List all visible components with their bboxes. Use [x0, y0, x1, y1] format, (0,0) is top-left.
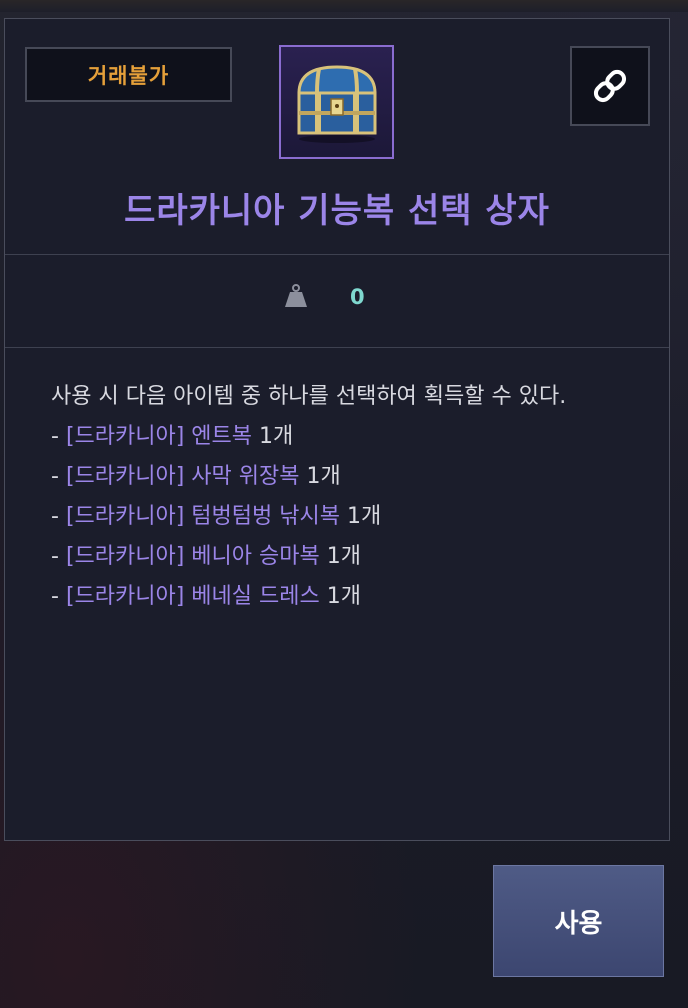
- link-icon: [593, 69, 627, 103]
- link-button[interactable]: [570, 46, 650, 126]
- weight-icon: [285, 284, 307, 307]
- item-title: 드라카니아 기능복 선택 상자: [124, 191, 550, 231]
- use-button[interactable]: 사용: [493, 865, 664, 977]
- weight-row: 0: [5, 255, 669, 348]
- list-item: - [드라카니아] 텀벙텀벙 낚시복 1개: [51, 504, 382, 529]
- item-description: 사용 시 다음 아이템 중 하나를 선택하여 획득할 수 있다. - [드라카니…: [51, 377, 641, 617]
- item-tooltip-panel: 거래불가 드라카니아 기능복 선택 상자 0 사용 시 다음 아이템 중 하나를…: [4, 18, 670, 841]
- item-header: 거래불가 드라카니아 기능복 선택 상자: [5, 19, 669, 255]
- list-item: - [드라카니아] 베니아 승마복 1개: [51, 544, 361, 569]
- description-intro: 사용 시 다음 아이템 중 하나를 선택하여 획득할 수 있다.: [51, 384, 567, 409]
- list-item: - [드라카니아] 베네실 드레스 1개: [51, 584, 361, 609]
- top-strip: [0, 0, 688, 12]
- trade-status-badge: 거래불가: [25, 47, 232, 102]
- treasure-chest-icon: [279, 45, 394, 159]
- list-item: - [드라카니아] 엔트복 1개: [51, 424, 294, 449]
- list-item: - [드라카니아] 사막 위장복 1개: [51, 464, 341, 489]
- weight-value: 0: [350, 285, 365, 309]
